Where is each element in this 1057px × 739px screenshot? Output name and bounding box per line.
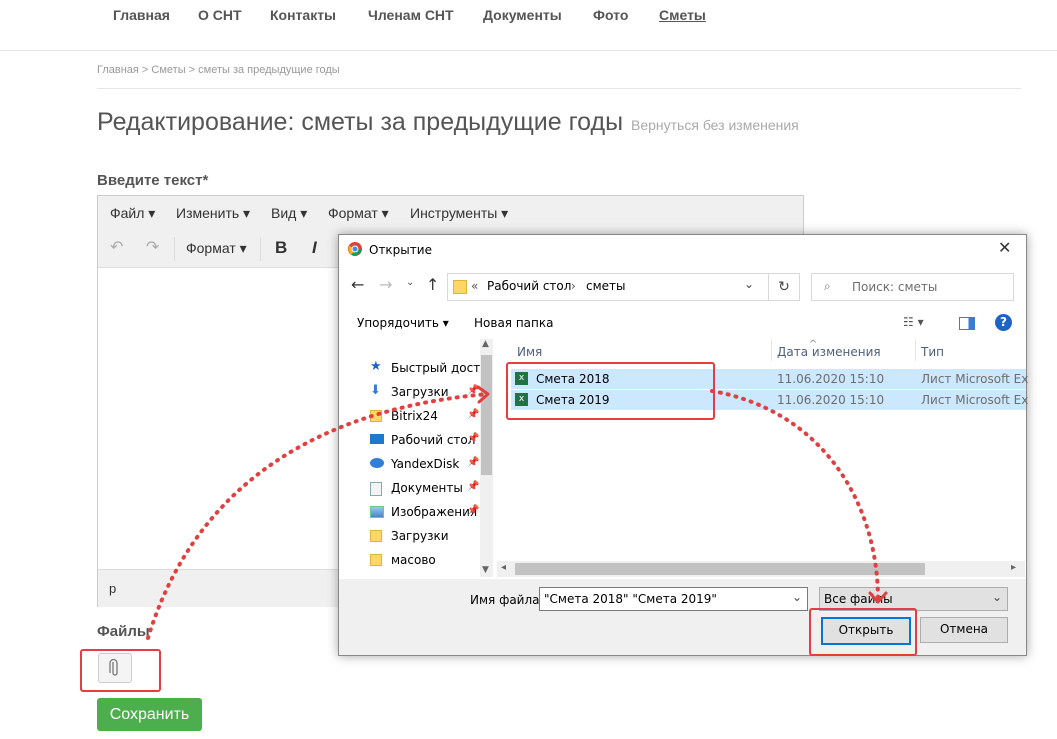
arrow-path-to-open xyxy=(710,389,880,602)
annotation-arrows xyxy=(146,385,888,640)
arrow-path-to-files xyxy=(146,392,490,640)
